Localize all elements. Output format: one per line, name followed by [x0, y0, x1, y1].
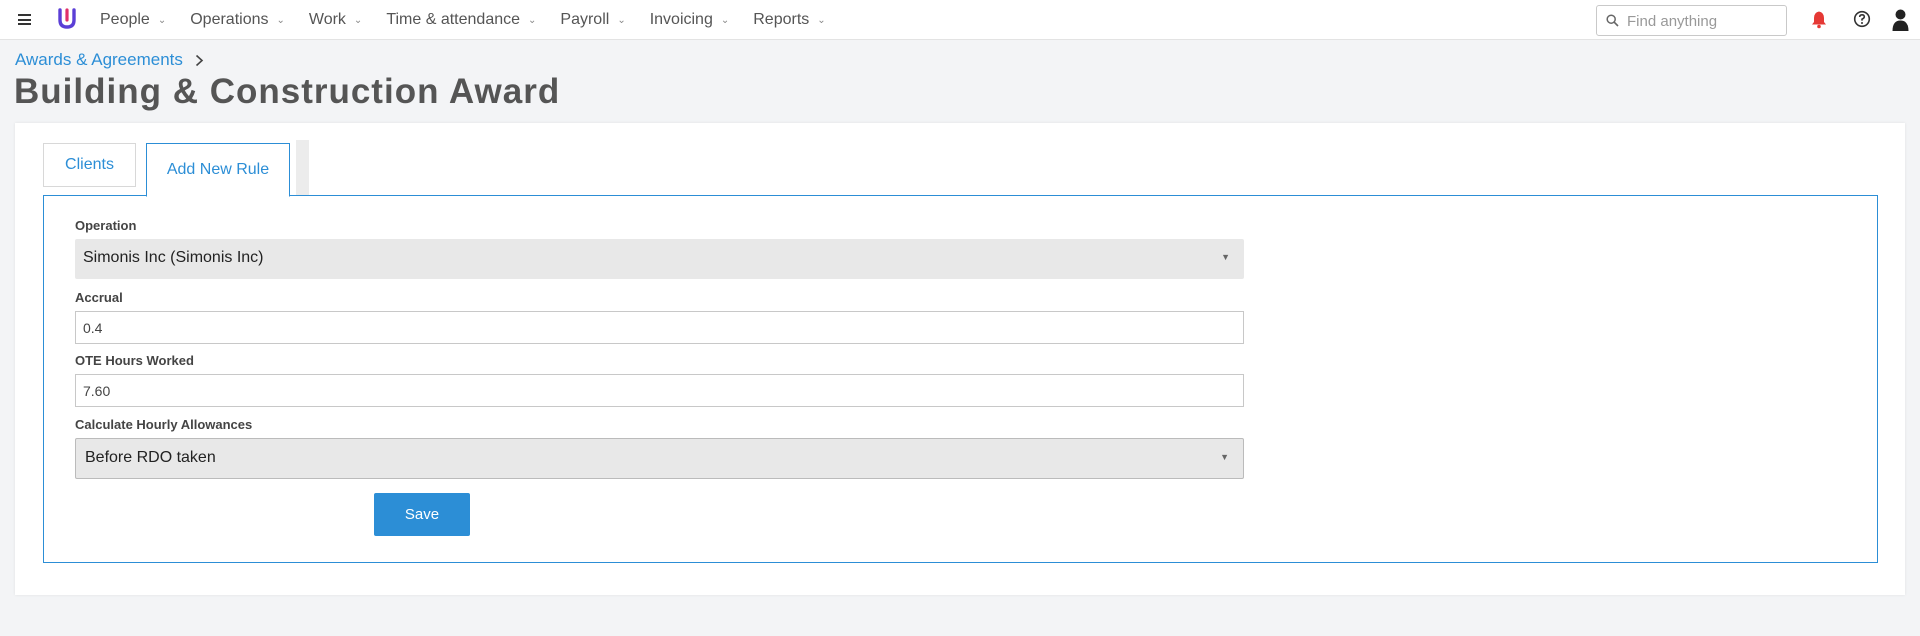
hourly-allowances-select[interactable]: Before RDO taken ▼: [75, 438, 1244, 479]
bell-icon[interactable]: [1811, 10, 1827, 29]
nav-work-label: Work: [308, 11, 346, 28]
nav-reports-label: Reports: [753, 11, 810, 28]
hourly-allowances-value: Before RDO taken: [85, 449, 216, 466]
operation-select[interactable]: Simonis Inc (Simonis Inc) ▼: [75, 239, 1244, 279]
hourly-allowances-label: Calculate Hourly Allowances: [75, 417, 253, 432]
user-avatar-icon[interactable]: [1892, 8, 1909, 32]
nav-work[interactable]: Work ⌄: [309, 11, 362, 29]
breadcrumb-awards-link[interactable]: Awards & Agreements: [15, 50, 183, 70]
tab-divider: [296, 140, 309, 196]
top-navbar: People ⌄ Operations ⌄ Work ⌄ Time & attenda…: [0, 0, 1920, 40]
add-rule-form: Operation Simonis Inc (Simonis Inc) ▼ Ac…: [43, 195, 1878, 563]
nav-operations-label: Operations: [190, 11, 269, 28]
nav-time-attendance[interactable]: Time & attendance ⌄: [386, 11, 536, 29]
nav-invoicing[interactable]: Invoicing ⌄: [650, 11, 730, 29]
accrual-label: Accrual: [75, 290, 123, 305]
nav-reports[interactable]: Reports ⌄: [753, 11, 825, 29]
chevron-down-icon: ⌄: [528, 14, 537, 26]
breadcrumb: Awards & Agreements: [15, 50, 204, 70]
chevron-down-icon: ⌄: [276, 14, 285, 26]
help-icon[interactable]: [1853, 10, 1871, 28]
save-button[interactable]: Save: [374, 493, 470, 536]
tab-add-new-rule[interactable]: Add New Rule: [146, 143, 290, 197]
chevron-down-icon: ⌄: [157, 14, 167, 26]
nav-payroll-label: Payroll: [560, 11, 610, 28]
chevron-right-icon: [195, 54, 204, 66]
tab-clients[interactable]: Clients: [43, 143, 136, 187]
caret-down-icon: ▼: [1220, 452, 1229, 462]
operation-value: Simonis Inc (Simonis Inc): [83, 249, 264, 266]
nav-time-attendance-label: Time & attendance: [386, 11, 521, 28]
accrual-input[interactable]: [75, 311, 1244, 344]
menu-icon[interactable]: [18, 14, 31, 25]
chevron-down-icon: ⌄: [817, 14, 826, 26]
search-input[interactable]: [1627, 11, 1779, 31]
operation-label: Operation: [75, 218, 137, 233]
rule-card: Clients Add New Rule Operation Simonis I…: [15, 123, 1905, 595]
app-logo[interactable]: [56, 7, 78, 31]
caret-down-icon: ▼: [1221, 252, 1230, 262]
search-icon: [1606, 14, 1619, 27]
chevron-down-icon: ⌄: [617, 14, 626, 26]
page-title: Building & Construction Award: [14, 72, 561, 111]
nav-people[interactable]: People ⌄: [100, 11, 166, 29]
global-search[interactable]: [1596, 5, 1787, 36]
chevron-down-icon: ⌄: [353, 14, 363, 26]
main-nav: People ⌄ Operations ⌄ Work ⌄ Time & attenda…: [100, 0, 850, 40]
nav-payroll[interactable]: Payroll ⌄: [560, 11, 625, 29]
ote-hours-label: OTE Hours Worked: [75, 353, 194, 368]
nav-operations[interactable]: Operations ⌄: [190, 11, 285, 29]
ote-hours-input[interactable]: [75, 374, 1244, 407]
nav-people-label: People: [100, 11, 150, 28]
nav-invoicing-label: Invoicing: [649, 11, 713, 28]
chevron-down-icon: ⌄: [720, 14, 730, 26]
